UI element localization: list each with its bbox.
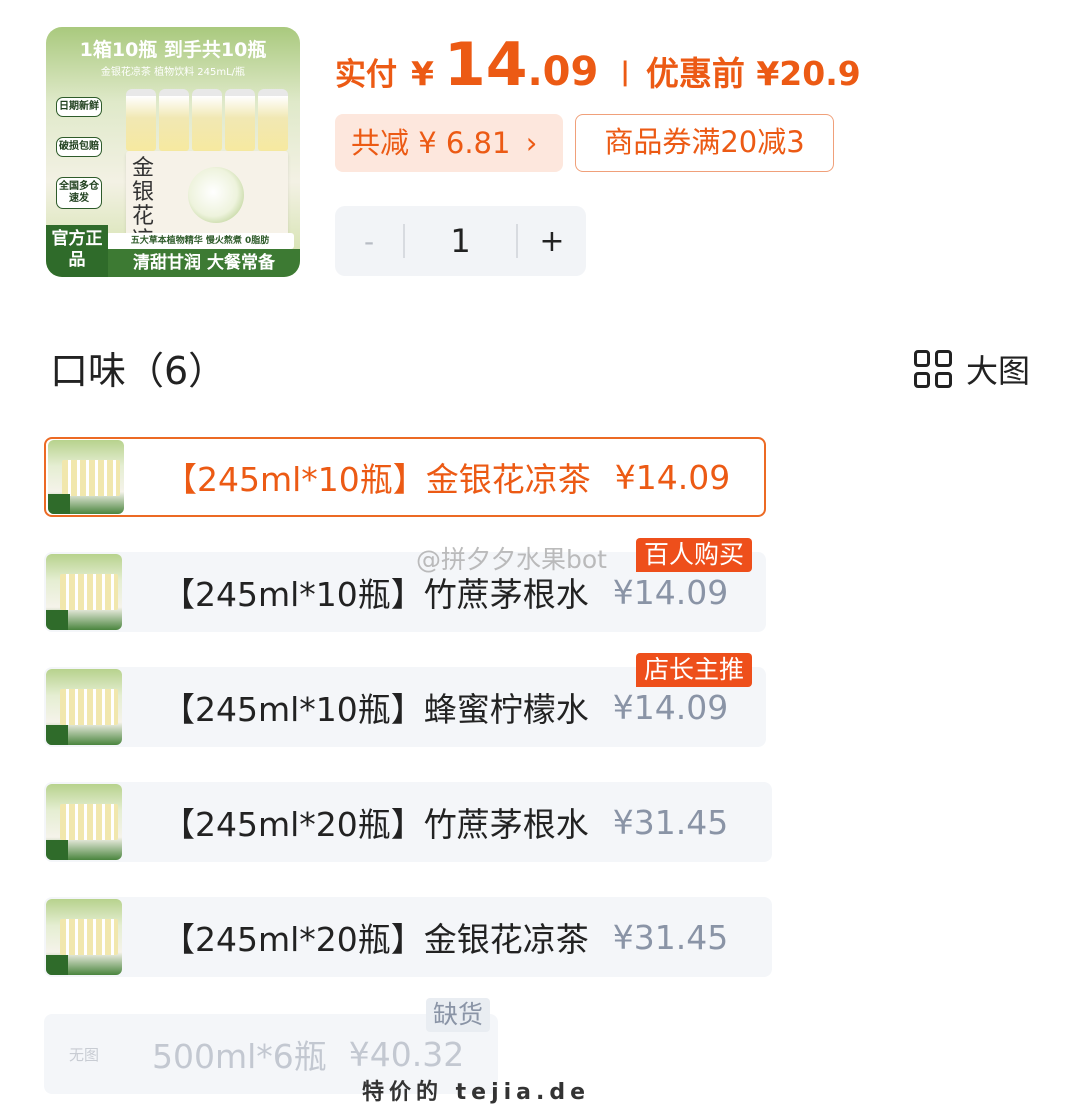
price-decimal: .09: [527, 49, 599, 95]
official-badge: 官方正品: [46, 225, 108, 277]
option-label: 【245ml*10瓶】金银花凉茶: [164, 460, 591, 499]
option-price: ¥31.45: [612, 802, 729, 842]
option-price: ¥40.32: [348, 1034, 465, 1074]
quantity-stepper: - 1 +: [335, 206, 586, 276]
option-thumbnail: [48, 440, 124, 514]
big-view-toggle[interactable]: 大图: [913, 346, 1030, 392]
option-thumbnail: [46, 899, 122, 975]
option-price: ¥14.09: [612, 687, 729, 727]
price-separator: |: [620, 57, 630, 87]
sold-out-badge: 缺货: [426, 998, 491, 1032]
paid-label: 实付: [335, 57, 397, 93]
option-row[interactable]: 【245ml*20瓶】竹蔗茅根水 ¥31.45: [44, 782, 772, 862]
flavor-section-title: 口味（6）: [50, 349, 227, 393]
increase-button[interactable]: +: [518, 224, 586, 259]
option-price: ¥14.09: [614, 457, 731, 497]
option-label: 【245ml*20瓶】竹蔗茅根水: [162, 805, 589, 844]
hundreds-bought-badge: 百人购买: [636, 538, 753, 572]
site-watermark: 特价的 tejia.de: [362, 1080, 591, 1105]
option-label: 【245ml*10瓶】蜂蜜柠檬水: [162, 690, 589, 729]
price-integer: 14: [443, 30, 528, 100]
total-discount-button[interactable]: 共减 ¥ 6.81 ›: [335, 114, 563, 172]
option-price: ¥14.09: [612, 572, 729, 612]
product-image[interactable]: 1箱10瓶 到手共10瓶 金银花凉茶 植物饮料 245mL/瓶 日期新鲜 破损包…: [46, 27, 300, 277]
option-thumbnail: [46, 784, 122, 860]
grid-icon: [913, 350, 952, 388]
bottles-illustration: [126, 89, 288, 151]
product-image-subline: 金银花凉茶 植物饮料 245mL/瓶: [100, 67, 246, 78]
price-line: 实付 ¥ 14 .09 | 优惠前 ¥20.9: [335, 30, 861, 100]
fresh-date-badge: 日期新鲜: [56, 97, 102, 117]
coupon-tag[interactable]: 商品券满20减3: [575, 114, 834, 172]
fast-shipping-badge: 全国多仓速发: [56, 177, 102, 209]
quantity-value[interactable]: 1: [405, 222, 516, 260]
honeysuckle-flower: [188, 167, 244, 223]
product-box-illustration: 金银花凉茶: [126, 151, 288, 277]
weibo-watermark: @拼夕夕水果bot: [416, 545, 607, 574]
product-image-headline: 1箱10瓶 到手共10瓶: [79, 39, 267, 61]
chevron-right-icon: ›: [525, 126, 538, 160]
big-view-label: 大图: [965, 352, 1030, 390]
original-price: 优惠前 ¥20.9: [645, 54, 861, 93]
no-image-placeholder: 无图: [68, 1045, 99, 1064]
option-label: 500ml*6瓶: [152, 1037, 327, 1076]
option-thumbnail: [46, 669, 122, 745]
currency-symbol: ¥: [411, 54, 434, 93]
product-slogan: 清甜甘润 大餐常备: [108, 249, 300, 277]
option-row[interactable]: 【245ml*20瓶】金银花凉茶 ¥31.45: [44, 897, 772, 977]
discount-text: 共减 ¥ 6.81: [351, 126, 511, 160]
option-price: ¥31.45: [612, 917, 729, 957]
product-image-strip: 五大草本植物精华 慢火熬煮 0脂肪: [106, 233, 294, 249]
option-row-selected[interactable]: 【245ml*10瓶】金银花凉茶 ¥14.09: [44, 437, 766, 517]
decrease-button[interactable]: -: [335, 225, 403, 258]
option-label: 【245ml*20瓶】金银花凉茶: [162, 920, 589, 959]
option-thumbnail: [46, 554, 122, 630]
damage-refund-badge: 破损包赔: [56, 137, 102, 157]
owner-recommend-badge: 店长主推: [636, 653, 753, 687]
